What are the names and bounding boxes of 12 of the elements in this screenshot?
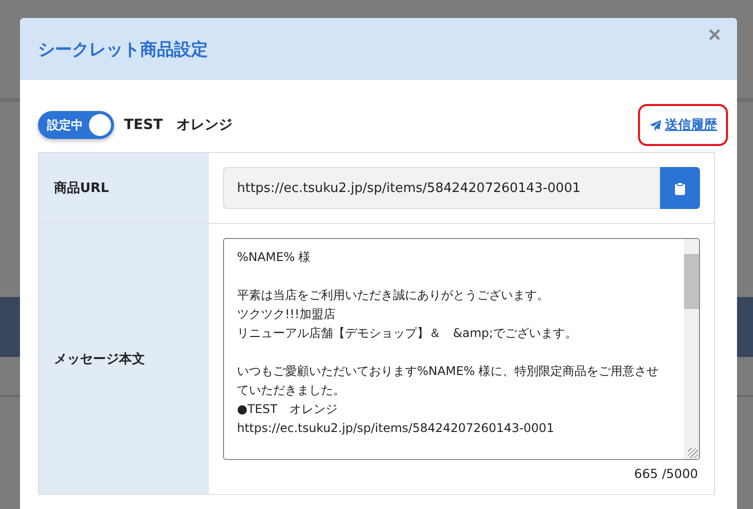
close-button[interactable]: ×: [704, 24, 725, 46]
character-counter: 665 /5000: [633, 465, 699, 483]
field-label: メッセージ本文: [54, 350, 145, 368]
status-toggle[interactable]: 設定中: [38, 111, 114, 139]
product-name: TEST オレンジ: [124, 116, 233, 134]
paper-plane-icon: [649, 118, 662, 132]
field-label: 商品URL: [54, 180, 109, 197]
url-field[interactable]: https://ec.tsuku2.jp/sp/items/58424207260143-0001: [223, 167, 660, 209]
message-field[interactable]: %NAME% 様 平素は当店をご利用いただき誠にありがとうございます。 ツクツク!!!加盟店 リニューアル店舗【デモショップ】＆ &amp;でございます。 いつもご愛顧いただいております%NAME% 様に、特別限定商品をご用意させていただきました。 ●TEST オレンジ https://ec.tsuku2.jp/sp/items/58424207260143-0001: [223, 238, 700, 460]
clipboard-icon: [675, 182, 685, 194]
copy-button[interactable]: [660, 167, 700, 209]
dialog-title: シークレット商品設定: [38, 38, 208, 60]
